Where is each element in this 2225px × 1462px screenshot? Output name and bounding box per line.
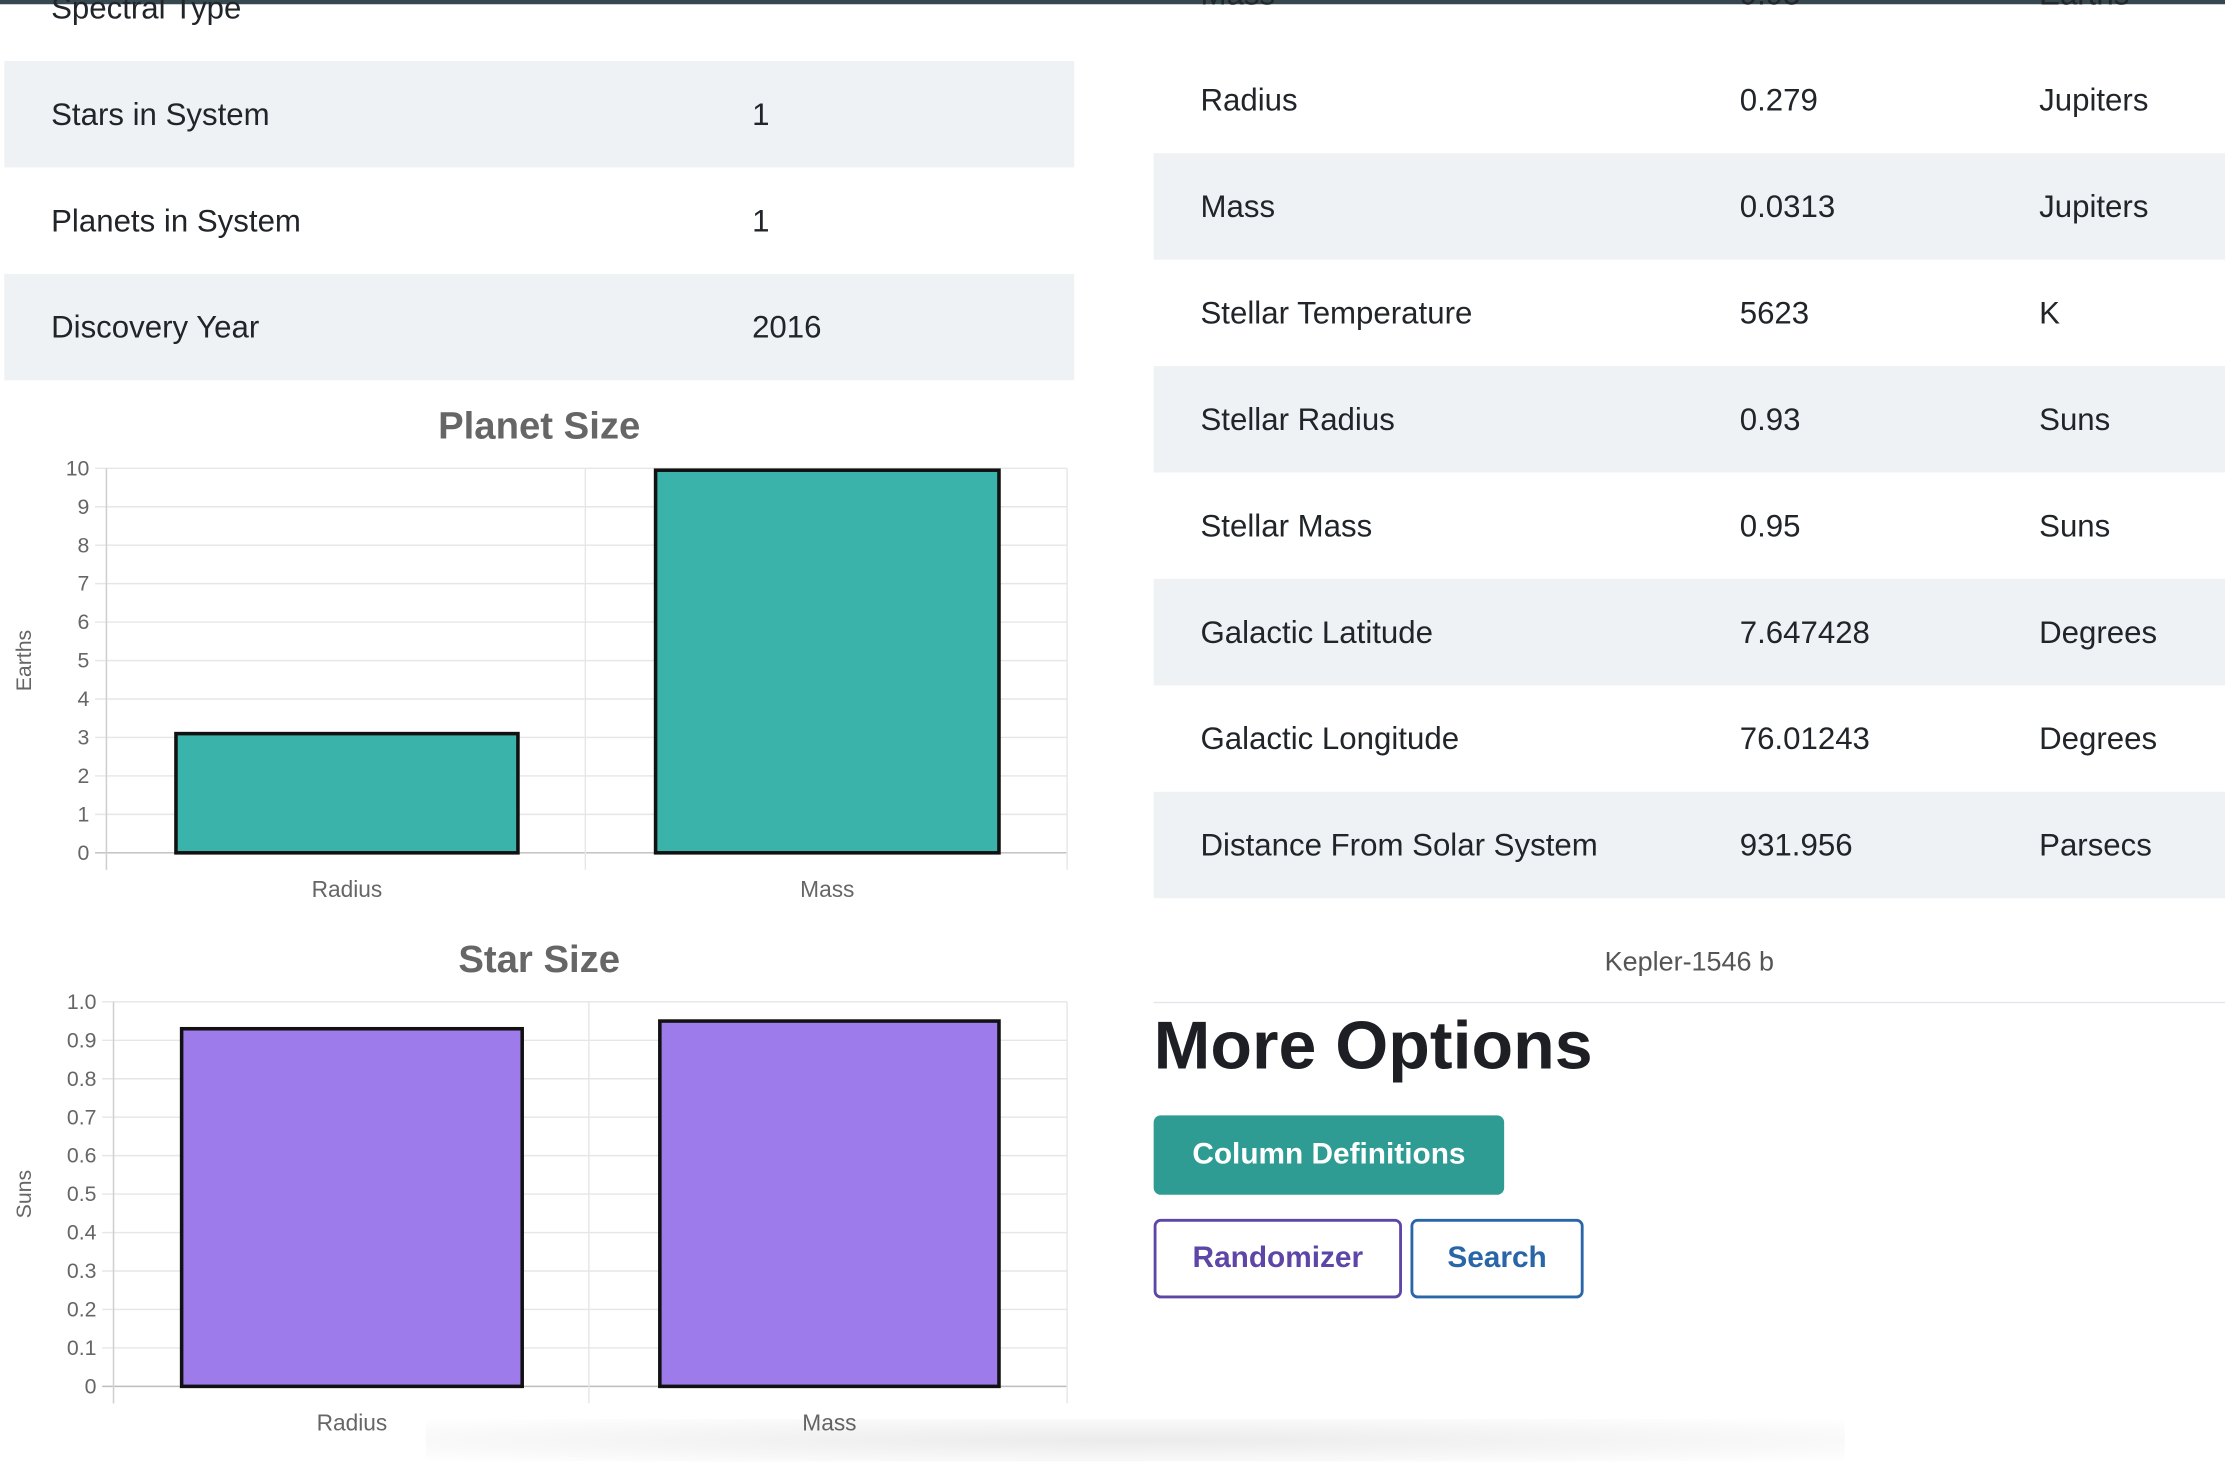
star-size-chart-svg: Star Size 0 0.1 0.2 0.3 0.4 0.5 0.6 0.7 0.8 0.9 1.0… — [12, 938, 1068, 1435]
y-tick-label: 0 — [85, 1374, 97, 1398]
row-label: Discovery Year — [51, 308, 260, 345]
y-tick-label: 8 — [78, 533, 90, 557]
table-row: Stars in System 1 — [4, 61, 1075, 168]
planet-size-chart-svg: Planet Size 0 1 2 3 4 5 6 7 8 9 10 Radius Mass Earths — [12, 404, 1068, 902]
table-row: Stellar Mass 0.95 Suns — [1154, 473, 2225, 579]
row-unit: Parsecs — [2039, 826, 2152, 863]
y-tick-label: 1.0 — [67, 990, 97, 1014]
x-tick-label: Radius — [317, 1409, 388, 1435]
row-value: 76.01243 — [1739, 720, 1870, 756]
table-row: Galactic Latitude 7.647428 Degrees — [1153, 578, 2225, 686]
planet-size-chart: Planet Size 0 1 2 3 4 5 6 7 8 9 10 Radius Mass Earths — [0, 390, 1093, 915]
row-name: Galactic Latitude — [1200, 613, 1434, 650]
y-tick-label: 10 — [66, 456, 90, 480]
row-unit: Suns — [2039, 400, 2111, 437]
y-tick-label: 0.7 — [67, 1105, 97, 1129]
y-tick-label: 0.5 — [67, 1182, 97, 1206]
row-unit: Jupiters — [2039, 188, 2149, 224]
y-tick-label: 5 — [78, 649, 90, 673]
row-value: 9.95 — [1740, 0, 1801, 12]
bar-radius — [179, 1026, 524, 1389]
y-tick-label: 9 — [78, 495, 90, 519]
y-tick-label: 0.6 — [67, 1144, 97, 1168]
y-tick-label: 2 — [78, 764, 90, 788]
row-name: Stellar Mass — [1200, 507, 1373, 543]
page: Spectral Type Stars in System 1 Planets … — [0, 0, 2225, 1462]
more-options-heading: More Options — [1153, 1008, 1593, 1085]
bar-radius — [174, 731, 520, 855]
row-unit: Earths — [2039, 0, 2129, 12]
row-value: 1 — [752, 202, 770, 238]
y-tick-label: 6 — [78, 610, 90, 634]
row-value: 0.279 — [1739, 81, 1818, 118]
y-tick-label: 0.2 — [67, 1298, 97, 1322]
table-row: Stellar Temperature 5623 K — [1154, 260, 2225, 366]
row-label: Planets in System — [51, 202, 301, 238]
row-name: Stellar Temperature — [1200, 294, 1473, 330]
row-value: 0.0313 — [1739, 188, 1836, 224]
x-tick-label: Radius — [312, 876, 383, 902]
y-tick-label: 0.9 — [67, 1028, 97, 1052]
y-tick-label: 1 — [78, 802, 90, 826]
row-value: 1 — [752, 95, 770, 132]
row-name: Galactic Longitude — [1200, 720, 1460, 756]
table-row: Planets in System 1 — [4, 167, 1074, 273]
row-label: Spectral Type — [51, 0, 242, 25]
row-unit: Degrees — [2039, 613, 2158, 650]
x-tick-label: Mass — [800, 876, 854, 902]
table-row: Mass 9.95 Earths — [1154, 0, 2225, 47]
table-row: Radius 0.279 Jupiters — [1154, 47, 2225, 153]
y-tick-label: 0 — [78, 841, 90, 865]
row-unit: Suns — [2039, 507, 2111, 543]
row-unit: K — [2039, 294, 2060, 330]
table-row: Stellar Radius 0.93 Suns — [1153, 366, 2225, 473]
table-row: Distance From Solar System 931.956 Parse… — [1153, 791, 2225, 899]
y-axis-label: Suns — [12, 1170, 36, 1218]
row-name: Mass — [1200, 188, 1276, 224]
star-size-chart: Star Size 0 0.1 0.2 0.3 0.4 0.5 0.6 0.7 0.8 0.9 1.0… — [0, 925, 1093, 1444]
table-row: Mass 0.0313 Jupiters — [1153, 153, 2225, 260]
row-name: Radius — [1200, 81, 1298, 118]
scroll-shadow — [425, 1419, 1845, 1462]
search-button[interactable]: Search — [1410, 1218, 1584, 1299]
row-unit: Degrees — [2039, 720, 2158, 756]
row-label: Stars in System — [51, 95, 270, 132]
y-tick-label: 3 — [78, 726, 90, 750]
randomizer-button[interactable]: Randomizer — [1153, 1218, 1402, 1299]
row-value: 931.956 — [1739, 826, 1853, 863]
row-name: Distance From Solar System — [1200, 826, 1598, 863]
table-row: Galactic Longitude 76.01243 Degrees — [1154, 685, 2225, 791]
bar-mass — [658, 1019, 1001, 1389]
y-tick-label: 7 — [78, 572, 90, 596]
table-caption: Kepler-1546 b — [1604, 947, 1775, 978]
table-row: Spectral Type — [4, 0, 1074, 61]
row-name: Stellar Radius — [1200, 400, 1395, 437]
row-value: 2016 — [752, 308, 822, 345]
row-value: 5623 — [1739, 294, 1810, 330]
planet-measurements-table: Mass 9.95 Earths Radius 0.279 Jupiters M… — [1153, 0, 2225, 899]
planet-info-table: Spectral Type Stars in System 1 Planets … — [4, 0, 1075, 381]
y-tick-label: 0.3 — [67, 1259, 97, 1283]
y-tick-label: 4 — [78, 687, 90, 711]
row-value: 7.647428 — [1739, 613, 1870, 650]
y-tick-label: 0.4 — [67, 1221, 97, 1245]
row-unit: Jupiters — [2039, 81, 2149, 118]
row-name: Mass — [1200, 0, 1275, 12]
chart-title: Planet Size — [438, 404, 640, 447]
table-row: Discovery Year 2016 — [4, 273, 1075, 381]
chart-title: Star Size — [458, 938, 620, 981]
bar-mass — [653, 468, 1001, 855]
row-value: 0.95 — [1739, 507, 1801, 543]
row-value: 0.93 — [1739, 400, 1801, 437]
y-tick-label: 0.1 — [67, 1336, 97, 1360]
y-tick-label: 0.8 — [67, 1067, 97, 1091]
column-definitions-button[interactable]: Column Definitions — [1153, 1115, 1505, 1195]
divider — [1153, 1001, 2225, 1004]
y-axis-label: Earths — [12, 630, 36, 691]
